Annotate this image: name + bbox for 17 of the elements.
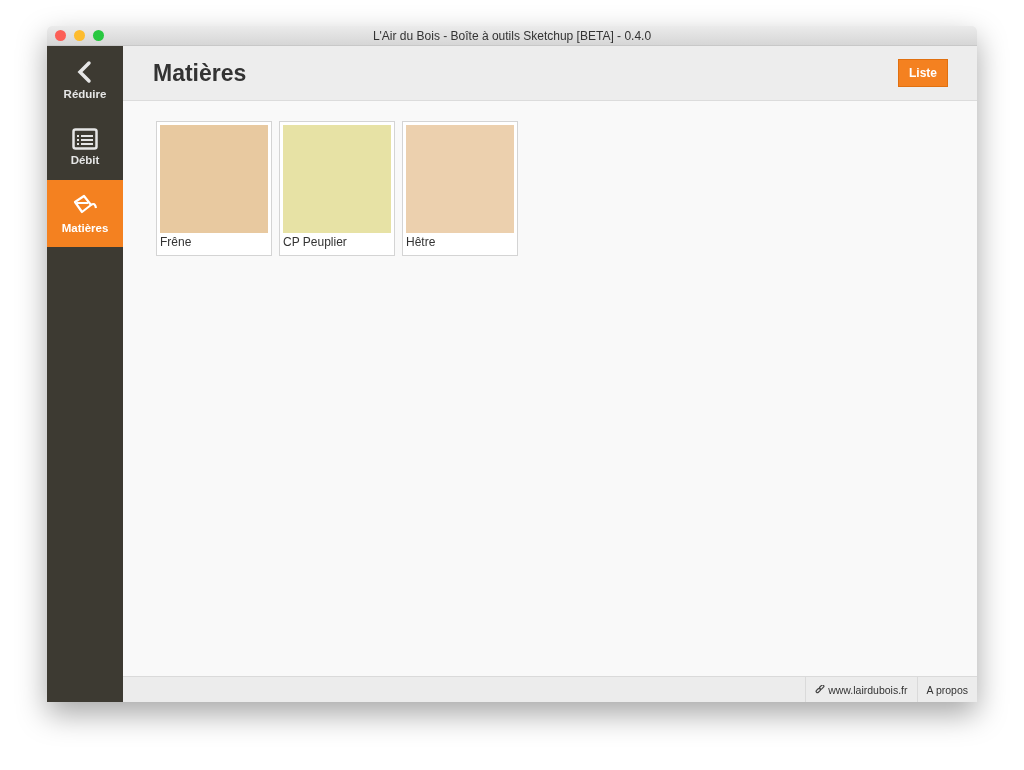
minimize-icon[interactable] [74,30,85,41]
sidebar-item[interactable]: Débit [47,113,123,180]
close-icon[interactable] [55,30,66,41]
maximize-icon[interactable] [93,30,104,41]
sidebar-item[interactable]: Réduire [47,46,123,113]
material-name: Hêtre [406,234,437,251]
page-title: Matières [153,59,247,87]
website-link[interactable]: www.lairdubois.fr [805,677,917,702]
window-title: L'Air du Bois - Boîte à outils Sketchup [BETA] - 0.4.0 [372,28,652,43]
link-icon [815,684,826,695]
material-card[interactable]: Hêtre [402,121,518,256]
material-card[interactable]: CP Peuplier [279,121,395,256]
about-link[interactable]: A propos [916,677,977,702]
material-name: CP Peuplier [283,234,348,251]
list-icon [72,127,98,150]
material-name: Frêne [160,234,193,251]
material-card[interactable]: Frêne [156,121,272,256]
